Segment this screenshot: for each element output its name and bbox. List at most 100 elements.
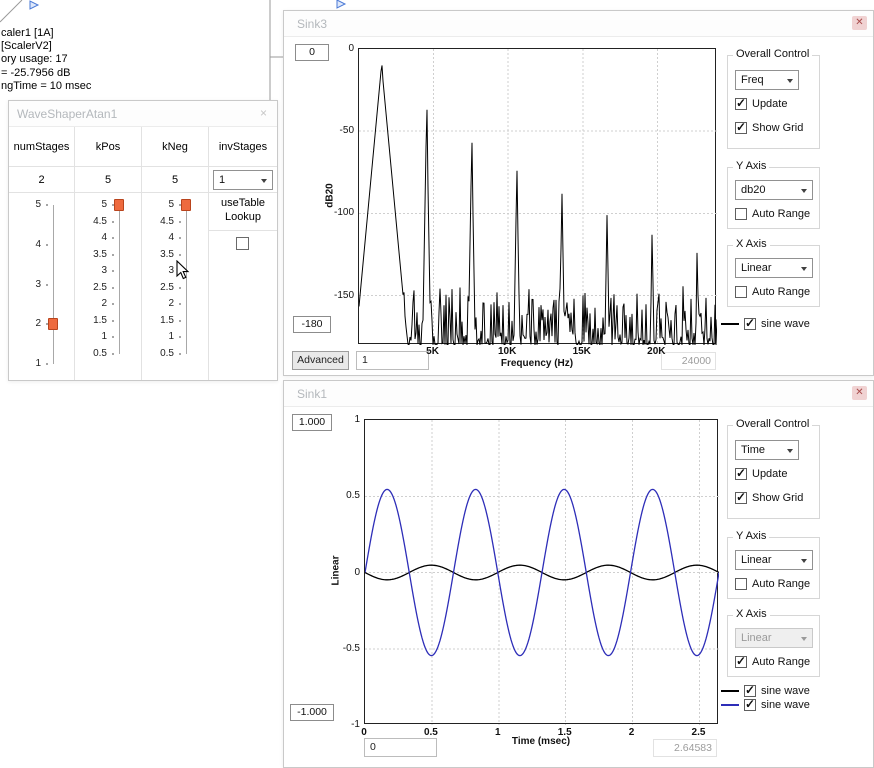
legend-checkbox[interactable] xyxy=(744,699,756,711)
x-tick-label: 2 xyxy=(612,727,652,738)
y-tick-label: 0.5 xyxy=(324,490,360,501)
sink3-window: Sink3 ✕ 0 dB20 Frequency (Hz) -180 Advan… xyxy=(283,10,874,376)
slider-tick-dot xyxy=(179,221,181,223)
group-label: Overall Control xyxy=(733,418,812,430)
chevron-down-icon xyxy=(787,79,793,86)
y-auto-range-checkbox[interactable] xyxy=(735,578,747,590)
sink3-titlebar[interactable]: Sink3 ✕ xyxy=(284,11,873,37)
window-title: WaveShaperAtan1 xyxy=(17,107,117,121)
scope-plot[interactable] xyxy=(364,419,718,724)
y-min-box[interactable]: -180 xyxy=(293,316,331,333)
y-axis-dropdown[interactable]: Linear xyxy=(735,550,813,570)
slider-tick-label: 5 xyxy=(77,199,107,210)
y-tick-label: -0.5 xyxy=(324,643,360,654)
slider-tick-label: 1 xyxy=(11,358,41,369)
x-axis-dropdown[interactable]: Linear xyxy=(735,258,813,278)
slider-tick-dot xyxy=(112,320,114,322)
slider-zone: useTableLookup xyxy=(209,193,277,380)
slider-tick-dot xyxy=(179,353,181,355)
window-title: Sink1 xyxy=(297,387,327,401)
waveshaper-titlebar[interactable]: WaveShaperAtan1 × xyxy=(9,101,277,127)
column-header: kPos xyxy=(75,127,141,167)
waveshaper-column-numStages: numStages254321 xyxy=(9,127,75,380)
value-readout[interactable]: 5 xyxy=(172,174,178,186)
y-auto-range-checkbox[interactable] xyxy=(735,208,747,220)
close-icon[interactable]: × xyxy=(256,106,271,120)
slider-tick-label: 2.5 xyxy=(77,282,107,293)
x-tick-label: 10K xyxy=(487,346,527,357)
module-info-line: = -25.7956 dB xyxy=(1,67,91,80)
slider-tick-dot xyxy=(179,254,181,256)
slider-tick-label: 2 xyxy=(144,298,174,309)
update-checkbox[interactable] xyxy=(735,98,747,110)
dropdown-value: Time xyxy=(741,444,765,456)
slider-tick-label: 3 xyxy=(11,279,41,290)
update-row: Update xyxy=(735,468,787,480)
group-label: Y Axis xyxy=(733,160,769,172)
dropdown-value: Freq xyxy=(741,74,764,86)
checkbox-label: Show Grid xyxy=(752,122,803,134)
slider-tick-label: 3 xyxy=(144,265,174,276)
window-title: Sink3 xyxy=(297,17,327,31)
module-info-line: ngTime = 10 msec xyxy=(1,80,91,93)
value-readout[interactable]: 2 xyxy=(38,174,44,186)
invstages-dropdown[interactable]: 1 xyxy=(213,170,273,190)
column-header: invStages xyxy=(209,127,277,167)
sink1-titlebar[interactable]: Sink1 ✕ xyxy=(284,381,873,407)
show-grid-row: Show Grid xyxy=(735,492,803,504)
legend-checkbox[interactable] xyxy=(744,685,756,697)
x-axis-group: X Axis Linear Auto Range xyxy=(727,615,820,677)
chevron-down-icon xyxy=(801,637,807,644)
x-min-input[interactable]: 0 xyxy=(364,738,437,757)
overall-control-group: Overall Control Freq Update Show Grid xyxy=(727,55,820,149)
y-axis-dropdown[interactable]: db20 xyxy=(735,180,813,200)
checkbox-label: Show Grid xyxy=(752,492,803,504)
slider-tick-dot xyxy=(46,284,48,286)
slider-tick-dot xyxy=(112,287,114,289)
x-tick-label: 0.5 xyxy=(411,727,451,738)
y-tick-label: -100 xyxy=(318,207,354,218)
slider-tick-label: 0.5 xyxy=(77,348,107,359)
show-grid-checkbox[interactable] xyxy=(735,492,747,504)
slider-tick-dot xyxy=(112,254,114,256)
x-axis-dropdown[interactable]: Linear xyxy=(735,628,813,648)
chevron-down-icon xyxy=(787,449,793,456)
checkbox-label: Update xyxy=(752,98,787,110)
overall-control-group: Overall Control Time Update Show Grid xyxy=(727,425,820,519)
checkbox-label: Auto Range xyxy=(752,208,810,220)
legend-line xyxy=(721,323,739,325)
advanced-button[interactable]: Advanced xyxy=(292,351,349,370)
show-grid-checkbox[interactable] xyxy=(735,122,747,134)
column-value: 5 xyxy=(75,167,141,193)
update-checkbox[interactable] xyxy=(735,468,747,480)
close-icon[interactable]: ✕ xyxy=(852,16,867,30)
legend-checkbox[interactable] xyxy=(744,318,756,330)
x-auto-range-checkbox[interactable] xyxy=(735,286,747,298)
slider-handle[interactable] xyxy=(114,199,124,211)
wire xyxy=(0,0,22,22)
value-readout[interactable]: 5 xyxy=(105,174,111,186)
overall-mode-dropdown[interactable]: Time xyxy=(735,440,799,460)
slider-tick-dot xyxy=(46,363,48,365)
waveshaper-window: WaveShaperAtan1 × numStages254321kPos554… xyxy=(8,100,278,381)
waveshaper-column-kNeg: kNeg554.543.532.521.510.5 xyxy=(142,127,209,380)
y-tick-label: -150 xyxy=(318,290,354,301)
overall-mode-dropdown[interactable]: Freq xyxy=(735,70,799,90)
close-icon[interactable]: ✕ xyxy=(852,386,867,400)
usetable-lookup-checkbox[interactable] xyxy=(236,237,249,250)
slider-zone: 54321 xyxy=(9,193,74,380)
y-tick-label: 0 xyxy=(318,43,354,54)
slider-tick-label: 2.5 xyxy=(144,282,174,293)
x-auto-range-checkbox[interactable] xyxy=(735,656,747,668)
slider-tick-dot xyxy=(179,303,181,305)
legend-item: sine wave xyxy=(721,685,810,697)
x-axis-group: X Axis Linear Auto Range xyxy=(727,245,820,307)
waveshaper-columns: numStages254321kPos554.543.532.521.510.5… xyxy=(9,127,277,380)
spectrum-plot[interactable] xyxy=(358,48,716,344)
slider-handle[interactable] xyxy=(181,199,191,211)
slider-tick-label: 3.5 xyxy=(77,249,107,260)
checkbox-label: Auto Range xyxy=(752,286,810,298)
slider-handle[interactable] xyxy=(48,318,58,330)
checkbox-label: Auto Range xyxy=(752,578,810,590)
background-module-text: caler1 [1A][ScalerV2]ory usage: 17= -25.… xyxy=(1,27,91,93)
